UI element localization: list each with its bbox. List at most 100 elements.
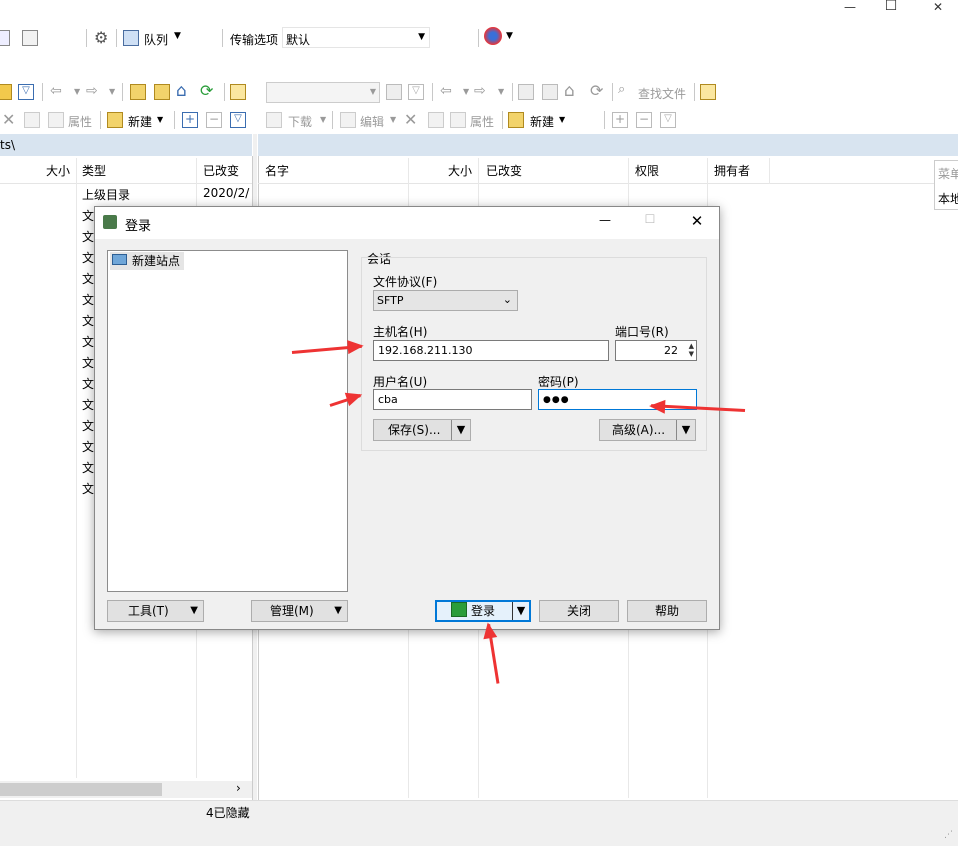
back-icon[interactable]: ⇦ xyxy=(50,83,62,99)
manage-button[interactable]: 管理(M) ▼ xyxy=(251,600,348,622)
expand-icon[interactable]: + xyxy=(612,112,628,128)
home-icon[interactable]: ⌂ xyxy=(564,81,575,101)
remote-properties-button[interactable]: 属性 xyxy=(470,113,494,130)
dialog-maximize-button[interactable]: ☐ xyxy=(638,212,662,226)
open-folder-icon[interactable] xyxy=(0,84,12,100)
chevron-down-icon[interactable]: ▼ xyxy=(512,602,529,620)
properties-icon[interactable] xyxy=(450,112,466,128)
user-input[interactable]: cba xyxy=(373,389,532,410)
minimize-button[interactable]: — xyxy=(838,0,862,16)
chevron-down-icon[interactable]: ▼ xyxy=(390,115,396,124)
sync-browse-icon[interactable] xyxy=(0,30,10,46)
local-row-type[interactable]: 文 xyxy=(82,270,94,287)
root-dir-icon[interactable] xyxy=(154,84,170,100)
remote-col-name[interactable]: 名字 xyxy=(265,158,289,184)
context-menu-item[interactable]: 本地 xyxy=(938,190,958,207)
local-row-type[interactable]: 文 xyxy=(82,438,94,455)
filter-icon[interactable]: ▽ xyxy=(230,112,246,128)
chevron-down-icon[interactable]: ▼ xyxy=(506,31,513,41)
tree-icon[interactable] xyxy=(700,84,716,100)
expand-icon[interactable]: + xyxy=(182,112,198,128)
properties-icon[interactable] xyxy=(48,112,64,128)
chevron-down-icon[interactable]: ▼ xyxy=(320,115,326,124)
parent-dir-icon[interactable] xyxy=(518,84,534,100)
download-icon[interactable] xyxy=(266,112,282,128)
queue-label[interactable]: 队列 xyxy=(144,31,168,48)
local-new-button[interactable]: 新建 xyxy=(128,113,152,130)
remote-col-owner[interactable]: 拥有者 xyxy=(714,158,750,184)
collapse-icon[interactable]: − xyxy=(206,112,222,128)
save-button[interactable]: 保存(S)... ▼ xyxy=(373,419,471,441)
local-properties-button[interactable]: 属性 xyxy=(68,113,92,130)
login-button[interactable]: 登录 ▼ xyxy=(435,600,531,622)
resize-grip-icon[interactable]: ⋰ xyxy=(944,830,953,840)
tools-button[interactable]: 工具(T) ▼ xyxy=(107,600,204,622)
refresh-icon[interactable]: ⟳ xyxy=(590,81,603,100)
local-row-type[interactable]: 文 xyxy=(82,333,94,350)
local-row-type[interactable]: 文 xyxy=(82,417,94,434)
local-row-type[interactable]: 文 xyxy=(82,459,94,476)
transfer-settings-select[interactable]: 默认 ▼ xyxy=(282,27,430,48)
local-col-size[interactable]: 大小 xyxy=(46,158,70,184)
protocol-select[interactable]: SFTP ⌄ xyxy=(373,290,518,311)
local-row-type[interactable]: 文 xyxy=(82,312,94,329)
advanced-button[interactable]: 高级(A)... ▼ xyxy=(599,419,696,441)
back-icon[interactable]: ⇦ xyxy=(440,83,452,99)
chevron-down-icon[interactable]: ▼ xyxy=(676,420,695,440)
edit-button[interactable]: 编辑 xyxy=(360,113,384,130)
local-row-type[interactable]: 文 xyxy=(82,249,94,266)
remote-col-rights[interactable]: 权限 xyxy=(635,158,659,184)
port-input[interactable]: 22 ▲ ▼ xyxy=(615,340,697,361)
queue-icon[interactable] xyxy=(123,30,139,46)
refresh-icon[interactable]: ⟳ xyxy=(200,81,213,100)
remote-col-changed[interactable]: 已改变 xyxy=(486,158,522,184)
chevron-down-icon[interactable]: ▼ xyxy=(109,87,115,96)
context-menu-item[interactable]: 菜单 xyxy=(938,165,958,182)
local-col-changed[interactable]: 已改变 xyxy=(203,158,239,184)
close-button[interactable]: 关闭 xyxy=(539,600,619,622)
open-folder-icon[interactable] xyxy=(386,84,402,100)
remote-path-select[interactable]: ▼ xyxy=(266,82,380,103)
local-scroll-thumb[interactable] xyxy=(0,783,162,796)
port-stepper[interactable]: ▲ ▼ xyxy=(689,342,694,358)
rename-icon[interactable] xyxy=(24,112,40,128)
find-files-icon[interactable]: ⌕ xyxy=(618,82,625,97)
local-scrollbar[interactable]: › xyxy=(0,781,252,798)
forward-icon[interactable]: ⇨ xyxy=(86,83,98,99)
root-dir-icon[interactable] xyxy=(542,84,558,100)
new-folder-icon[interactable] xyxy=(107,112,123,128)
filter-icon[interactable]: ▽ xyxy=(18,84,34,100)
filter-icon[interactable]: ▽ xyxy=(660,112,676,128)
download-button[interactable]: 下载 xyxy=(288,113,312,130)
chevron-down-icon[interactable]: ▼ xyxy=(451,420,470,440)
find-files-button[interactable]: 查找文件 xyxy=(638,85,686,102)
local-col-type[interactable]: 类型 xyxy=(82,158,106,184)
chevron-right-icon[interactable]: › xyxy=(236,781,241,795)
local-row-type[interactable]: 文 xyxy=(82,375,94,392)
rename-icon[interactable] xyxy=(428,112,444,128)
remote-col-size[interactable]: 大小 xyxy=(448,158,472,184)
local-row-type[interactable]: 文 xyxy=(82,396,94,413)
compare-dirs-icon[interactable] xyxy=(22,30,38,46)
chevron-down-icon[interactable]: ▼ xyxy=(74,87,80,96)
chevron-down-icon[interactable]: ▼ xyxy=(498,87,504,96)
dialog-close-button[interactable]: ✕ xyxy=(685,212,709,230)
maximize-button[interactable]: ☐ xyxy=(881,0,901,14)
home-icon[interactable]: ⌂ xyxy=(176,81,187,101)
dialog-minimize-button[interactable]: — xyxy=(593,213,617,227)
local-row-type[interactable]: 文 xyxy=(82,228,94,245)
chevron-down-icon[interactable]: ▼ xyxy=(559,115,565,124)
edit-icon[interactable] xyxy=(340,112,356,128)
remote-new-button[interactable]: 新建 xyxy=(530,113,554,130)
local-row-type[interactable]: 文 xyxy=(82,207,94,224)
site-tree-item-new-site[interactable]: 新建站点 xyxy=(110,252,185,270)
tree-icon[interactable] xyxy=(230,84,246,100)
new-folder-icon[interactable] xyxy=(508,112,524,128)
chevron-down-icon[interactable]: ▼ xyxy=(157,115,163,124)
host-input[interactable]: 192.168.211.130 xyxy=(373,340,609,361)
parent-dir-icon[interactable] xyxy=(130,84,146,100)
collapse-icon[interactable]: − xyxy=(636,112,652,128)
close-window-button[interactable]: ✕ xyxy=(928,0,948,16)
sync-icon[interactable] xyxy=(484,27,502,45)
delete-icon[interactable]: ✕ xyxy=(404,110,417,129)
